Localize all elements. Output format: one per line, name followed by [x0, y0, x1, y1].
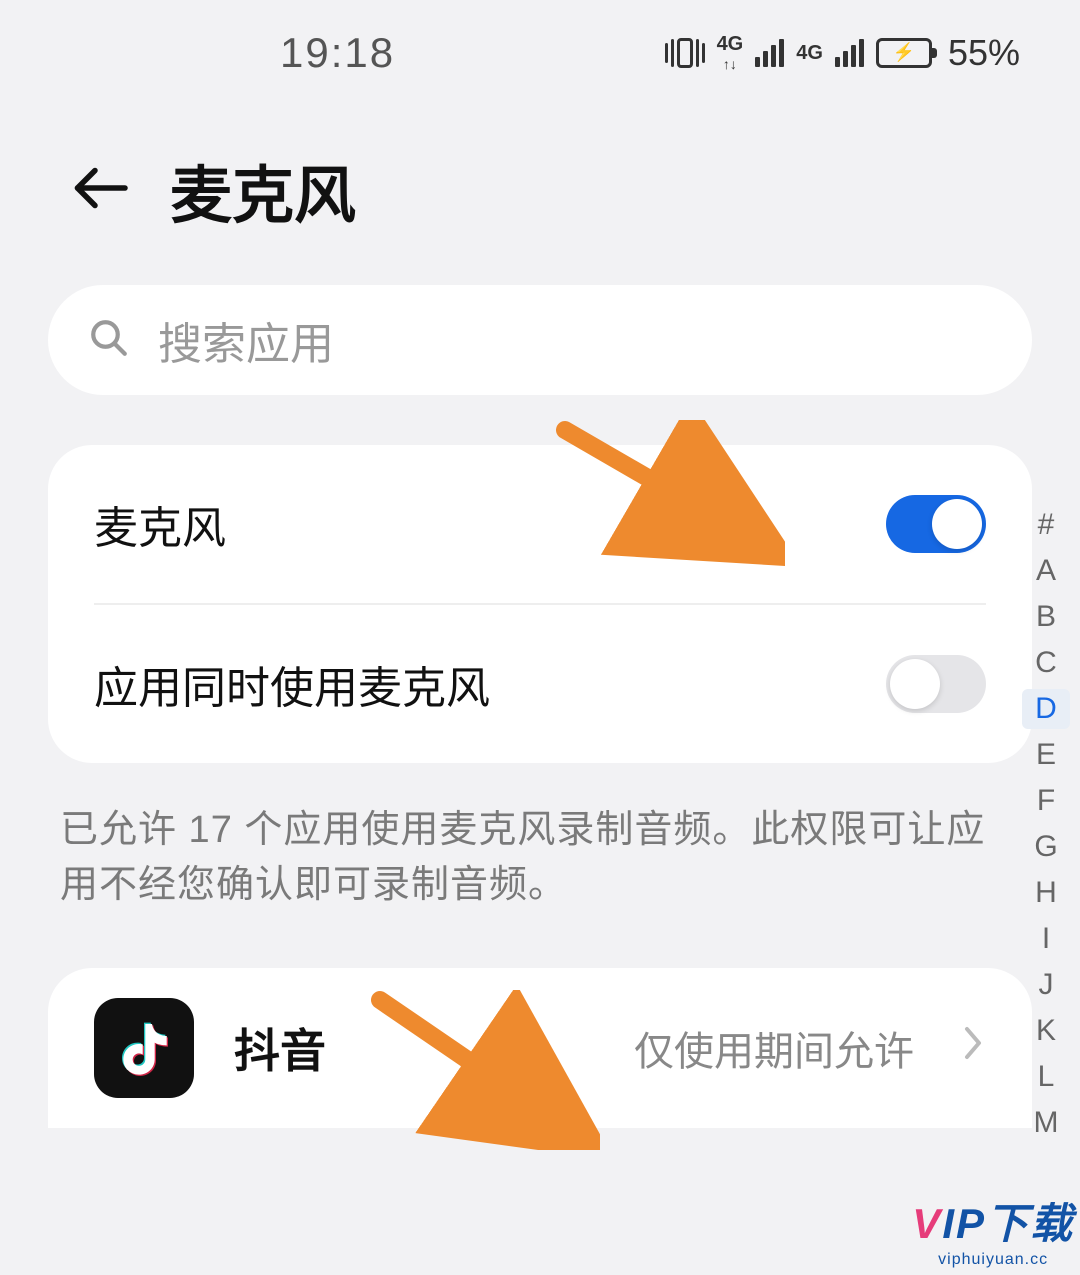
index-letter-B[interactable]: B [1022, 597, 1070, 637]
microphone-toggle-row[interactable]: 麦克风 [94, 445, 986, 603]
app-row-douyin[interactable]: 抖音 仅使用期间允许 [94, 968, 986, 1128]
search-input[interactable]: 搜索应用 [48, 285, 1032, 395]
page-title: 麦克风 [170, 145, 356, 235]
microphone-settings-card: 麦克风 应用同时使用麦克风 [48, 445, 1032, 763]
index-letter-L[interactable]: L [1022, 1057, 1070, 1097]
douyin-app-icon [94, 998, 194, 1098]
status-icons: 4G ↑↓ 4G ⚡ 55% [665, 32, 1020, 74]
index-letter-E[interactable]: E [1022, 735, 1070, 775]
index-letter-G[interactable]: G [1022, 827, 1070, 867]
page-header: 麦克风 [0, 105, 1080, 285]
search-placeholder: 搜索应用 [158, 308, 334, 372]
index-letter-C[interactable]: C [1022, 643, 1070, 683]
vibrate-icon [665, 38, 705, 68]
multi-app-mic-toggle[interactable] [886, 655, 986, 713]
index-letter-H[interactable]: H [1022, 873, 1070, 913]
signal-2-bars-icon [835, 39, 864, 67]
permission-description: 已允许 17 个应用使用麦克风录制音频。此权限可让应用不经您确认即可录制音频。 [60, 803, 1020, 913]
index-letter-J[interactable]: J [1022, 965, 1070, 1005]
status-bar: 19:18 4G ↑↓ 4G ⚡ 55% [0, 0, 1080, 105]
watermark: VIP下载 viphuiyuan.cc [912, 1190, 1074, 1269]
app-list-card: 抖音 仅使用期间允许 [48, 968, 1032, 1128]
battery-icon: ⚡ [876, 38, 932, 68]
index-letter-#[interactable]: # [1022, 505, 1070, 545]
microphone-toggle-label: 麦克风 [94, 492, 886, 556]
index-letter-I[interactable]: I [1022, 919, 1070, 959]
signal-1-label: 4G [717, 34, 744, 54]
index-letter-A[interactable]: A [1022, 551, 1070, 591]
chevron-right-icon [960, 1023, 986, 1074]
alphabet-index-scroller[interactable]: # ABCDEFGHIJKLM [1022, 505, 1070, 1143]
battery-percent: 55% [948, 32, 1020, 74]
app-permission-status: 仅使用期间允许 [634, 1019, 914, 1077]
multi-app-mic-toggle-label: 应用同时使用麦克风 [94, 652, 886, 716]
signal-2-label: 4G [796, 43, 823, 63]
back-arrow-icon[interactable] [70, 158, 130, 223]
multi-app-mic-toggle-row[interactable]: 应用同时使用麦克风 [94, 605, 986, 763]
watermark-subtitle: viphuiyuan.cc [912, 1251, 1074, 1269]
index-letter-K[interactable]: K [1022, 1011, 1070, 1051]
search-icon [88, 317, 130, 364]
signal-1-bars-icon [755, 39, 784, 67]
index-letter-M[interactable]: M [1022, 1103, 1070, 1143]
index-letter-F[interactable]: F [1022, 781, 1070, 821]
index-letter-D[interactable]: D [1022, 689, 1070, 729]
status-time: 19:18 [280, 29, 395, 77]
app-name: 抖音 [234, 1015, 594, 1081]
microphone-toggle[interactable] [886, 495, 986, 553]
